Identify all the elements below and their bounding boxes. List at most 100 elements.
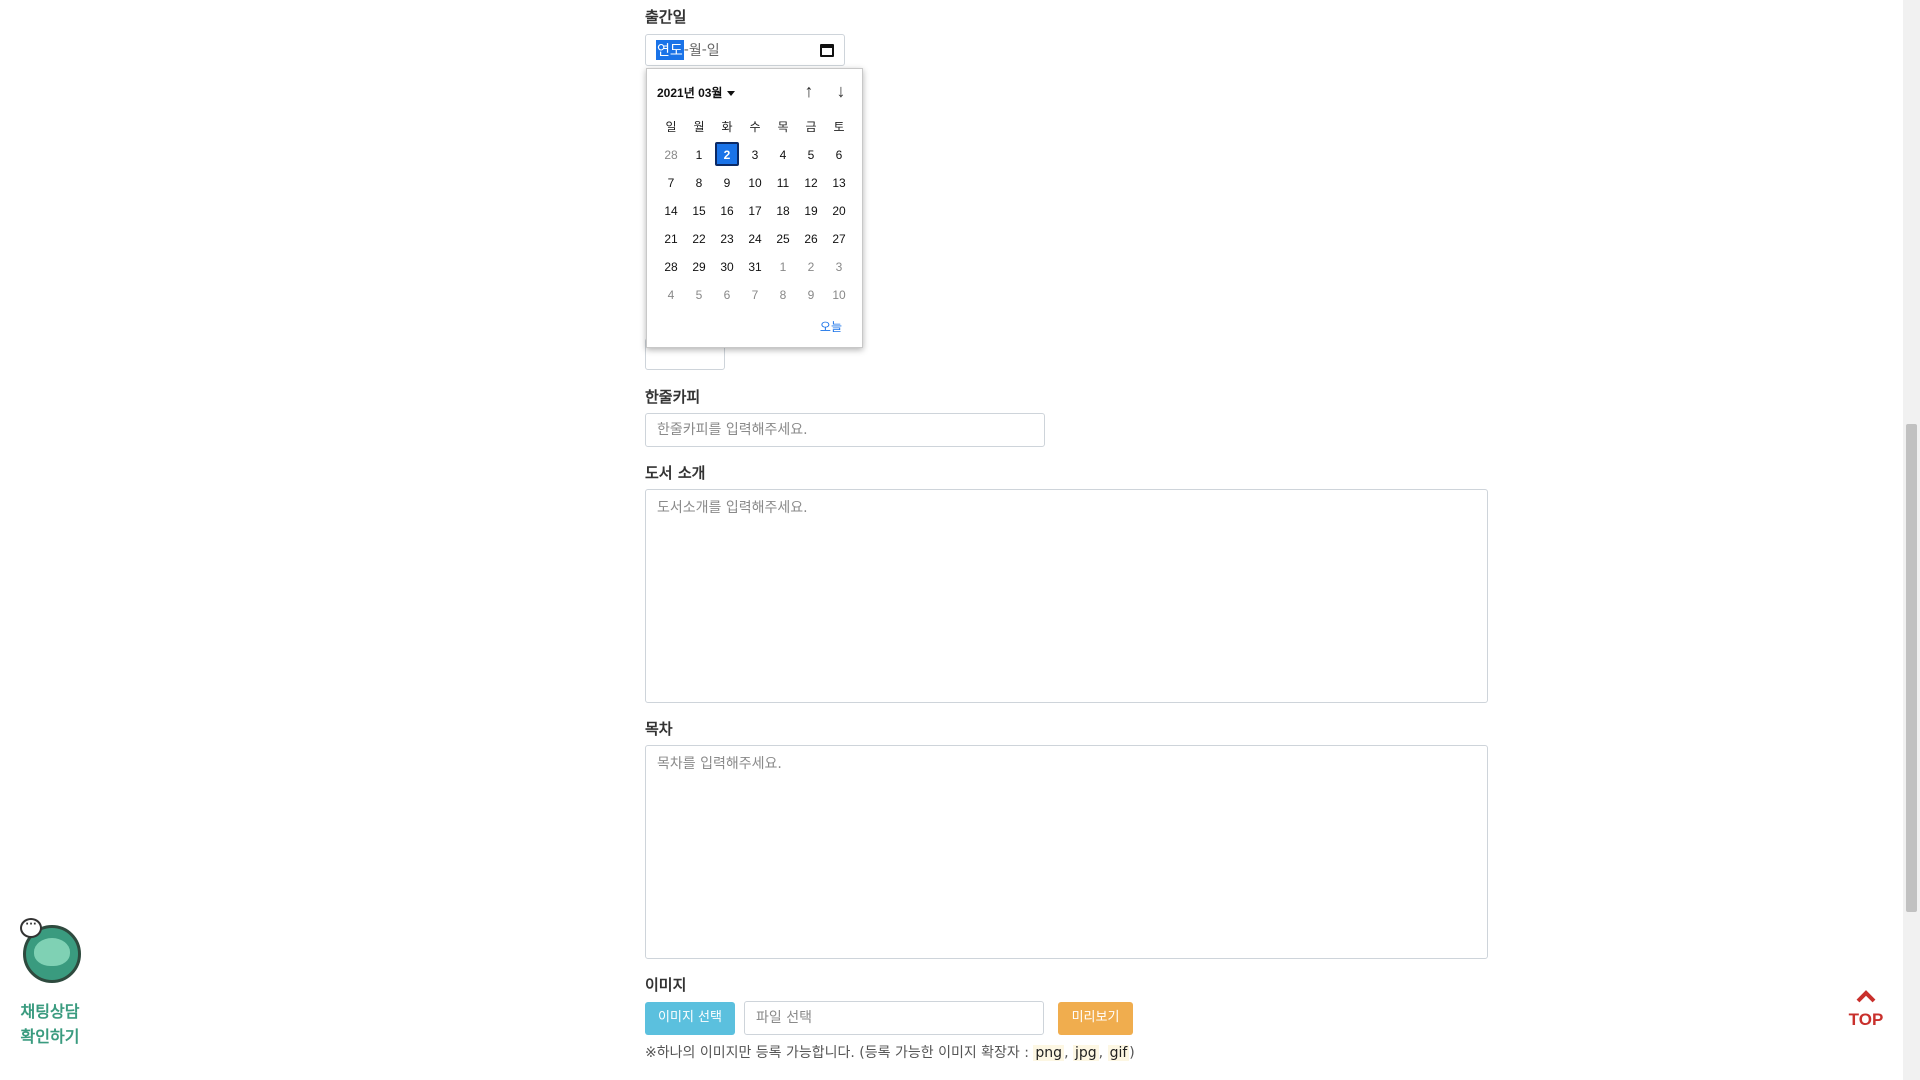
calendar-day[interactable]: 22 — [685, 225, 713, 253]
calendar-day[interactable]: 14 — [657, 197, 685, 225]
one-line-copy-label: 한줄카피 — [645, 388, 701, 406]
day-number: 9 — [723, 176, 731, 190]
calendar-day[interactable]: 21 — [657, 225, 685, 253]
week-row: 28 1 2 3 4 5 6 — [657, 141, 853, 169]
calendar-day[interactable]: 10 — [825, 281, 853, 309]
calendar-day[interactable]: 23 — [713, 225, 741, 253]
today-button[interactable]: 오늘 — [820, 318, 842, 335]
calendar-day[interactable]: 8 — [769, 281, 797, 309]
book-intro-textarea[interactable]: 도서소개를 입력해주세요. — [645, 489, 1488, 703]
weekday-label: 금 — [805, 120, 817, 134]
top-button[interactable]: TOP — [1846, 990, 1886, 1030]
calendar-grid: 일 월 화 수 목 금 토 28 1 2 3 4 5 6 7 8 9 10 11 12 13 14 15 16 17 18 19 20… — [657, 113, 853, 309]
month-year-selector[interactable]: 2021년 03월 — [657, 84, 736, 101]
day-number: 17 — [748, 204, 762, 218]
calendar-day[interactable]: 9 — [797, 281, 825, 309]
image-select-button[interactable]: 이미지 선택 — [645, 1002, 735, 1035]
day-number: 28 — [664, 148, 678, 162]
day-number: 28 — [664, 260, 678, 274]
calendar-day[interactable]: 25 — [769, 225, 797, 253]
date-month-segment[interactable]: 월 — [689, 40, 702, 60]
date-year-segment[interactable]: 연도 — [656, 40, 684, 60]
calendar-day[interactable]: 5 — [685, 281, 713, 309]
day-number: 1 — [695, 148, 703, 162]
calendar-icon[interactable] — [820, 43, 834, 57]
calendar-day[interactable]: 31 — [741, 253, 769, 281]
calendar-day[interactable]: 27 — [825, 225, 853, 253]
one-line-copy-placeholder: 한줄카피를 입력해주세요. — [657, 422, 808, 438]
day-number: 15 — [692, 204, 706, 218]
calendar-day[interactable]: 1 — [769, 253, 797, 281]
day-number: 21 — [664, 232, 678, 246]
chat-label-line1[interactable]: 채팅상담 — [15, 998, 85, 1022]
day-number: 7 — [667, 176, 675, 190]
calendar-day[interactable]: 29 — [685, 253, 713, 281]
calendar-day[interactable]: 4 — [769, 141, 797, 169]
day-number: 20 — [832, 204, 846, 218]
date-day-segment[interactable]: 일 — [707, 40, 720, 60]
separator: , — [1098, 1045, 1108, 1061]
arrow-up-icon[interactable]: ↑ — [798, 80, 820, 102]
selected-day[interactable]: 2 — [713, 141, 741, 169]
calendar-day[interactable]: 6 — [825, 141, 853, 169]
day-number: 3 — [751, 148, 759, 162]
image-hint: ※하나의 이미지만 등록 가능합니다. (등록 가능한 이미지 확장자 : pn… — [645, 1042, 1135, 1062]
file-name-input[interactable]: 파일 선택 — [744, 1001, 1044, 1035]
book-intro-placeholder: 도서소개를 입력해주세요. — [657, 500, 808, 516]
scrollbar-thumb[interactable] — [1906, 424, 1917, 912]
calendar-day[interactable]: 8 — [685, 169, 713, 197]
calendar-day[interactable]: 6 — [713, 281, 741, 309]
day-number: 9 — [807, 288, 815, 302]
weekday-label: 월 — [693, 120, 705, 134]
day-number: 25 — [776, 232, 790, 246]
weekday-label: 토 — [833, 120, 845, 134]
calendar-day[interactable]: 19 — [797, 197, 825, 225]
calendar-day[interactable]: 18 — [769, 197, 797, 225]
weekday-label: 목 — [777, 120, 789, 134]
calendar-day[interactable]: 30 — [713, 253, 741, 281]
ext-png: png — [1033, 1045, 1065, 1061]
calendar-day[interactable]: 16 — [713, 197, 741, 225]
calendar-day[interactable]: 28 — [657, 253, 685, 281]
ext-jpg: jpg — [1072, 1045, 1099, 1061]
calendar-day[interactable]: 7 — [657, 169, 685, 197]
day-number: 2 — [715, 142, 739, 166]
calendar-day[interactable]: 3 — [741, 141, 769, 169]
calendar-day[interactable]: 11 — [769, 169, 797, 197]
calendar-day[interactable]: 26 — [797, 225, 825, 253]
weekday-header: 일월화수목금토 — [657, 113, 853, 141]
calendar-day[interactable]: 12 — [797, 169, 825, 197]
calendar-day[interactable]: 20 — [825, 197, 853, 225]
calendar-day[interactable]: 17 — [741, 197, 769, 225]
preview-button[interactable]: 미리보기 — [1058, 1002, 1133, 1035]
one-line-copy-input[interactable]: 한줄카피를 입력해주세요. — [645, 413, 1045, 447]
calendar-day[interactable]: 28 — [657, 141, 685, 169]
calendar-day[interactable]: 7 — [741, 281, 769, 309]
day-number: 23 — [720, 232, 734, 246]
calendar-day[interactable]: 4 — [657, 281, 685, 309]
calendar-day[interactable]: 3 — [825, 253, 853, 281]
pub-date-input[interactable]: 연도 - 월 - 일 — [645, 34, 845, 66]
calendar-day[interactable]: 9 — [713, 169, 741, 197]
day-number: 10 — [748, 176, 762, 190]
day-number: 7 — [751, 288, 759, 302]
separator: , — [1064, 1045, 1073, 1061]
arrow-down-icon[interactable]: ↓ — [830, 80, 852, 102]
chat-label-line2[interactable]: 확인하기 — [15, 1023, 85, 1047]
calendar-day[interactable]: 15 — [685, 197, 713, 225]
week-row: 28 29 30 31 1 2 3 — [657, 253, 853, 281]
day-number: 19 — [804, 204, 818, 218]
caret-down-icon — [727, 91, 736, 97]
day-number: 1 — [779, 260, 787, 274]
day-number: 16 — [720, 204, 734, 218]
toc-textarea[interactable]: 목차를 입력해주세요. — [645, 745, 1488, 959]
image-hint-end: ) — [1129, 1045, 1135, 1061]
calendar-day[interactable]: 1 — [685, 141, 713, 169]
image-hint-text: ※하나의 이미지만 등록 가능합니다. (등록 가능한 이미지 확장자 : — [645, 1045, 1034, 1061]
calendar-day[interactable]: 5 — [797, 141, 825, 169]
day-number: 2 — [807, 260, 815, 274]
calendar-day[interactable]: 2 — [797, 253, 825, 281]
calendar-day[interactable]: 13 — [825, 169, 853, 197]
calendar-day[interactable]: 10 — [741, 169, 769, 197]
calendar-day[interactable]: 24 — [741, 225, 769, 253]
